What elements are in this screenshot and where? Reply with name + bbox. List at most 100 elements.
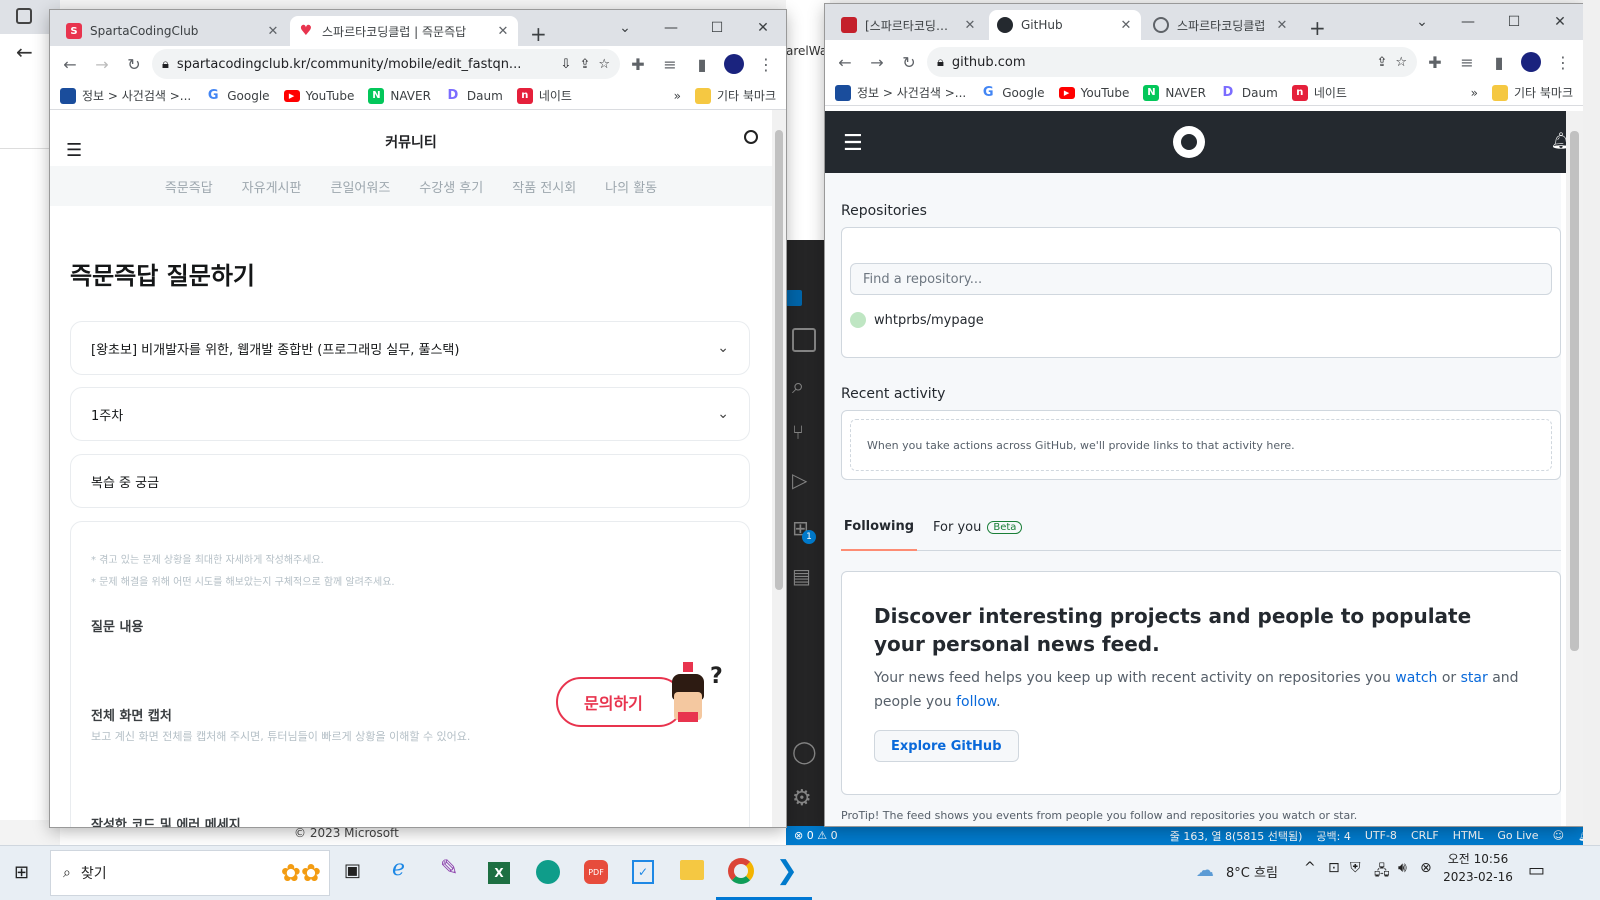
menu-kebab-icon[interactable]: ⋮ (1549, 48, 1577, 76)
mascot-icon[interactable]: ? (664, 662, 734, 732)
title-input[interactable]: 복습 중 궁금 (70, 454, 750, 508)
course-select[interactable]: [왕초보] 비개발자를 위한, 웹개발 종합반 (프로그래밍 실무, 풀스택) … (70, 321, 750, 375)
bookmark-naver[interactable]: N NAVER (368, 87, 431, 104)
weather-cloud-icon[interactable]: ☁ (1196, 860, 1214, 881)
weather-text[interactable]: 8°C 흐림 (1226, 862, 1278, 881)
tab-following[interactable]: Following (841, 503, 917, 551)
cursor-position[interactable]: 줄 163, 열 8(5815 선택됨) (1170, 828, 1303, 844)
minimize-button[interactable]: — (648, 20, 694, 36)
start-windows-icon[interactable]: ⊞ (14, 862, 29, 883)
bookmarks-overflow-icon[interactable]: » (674, 89, 681, 103)
scrollbar-thumb[interactable] (1570, 131, 1579, 651)
tray-app-icon[interactable]: ⊡ (1328, 860, 1340, 876)
bookmark-google[interactable]: G Google (980, 85, 1045, 101)
address-bar[interactable]: 🔒︎ github.com ⇪ ☆ (927, 47, 1417, 77)
tab-list-icon[interactable] (16, 8, 32, 24)
close-tab-icon[interactable]: ✕ (496, 24, 510, 39)
tray-security-icon[interactable]: ⛨ (1350, 860, 1361, 876)
repo-link[interactable]: whtprbs/mypage (850, 312, 984, 328)
taskbar-search-box[interactable]: ⌕ 찾기 ✿✿ (50, 850, 330, 896)
edge-icon[interactable] (536, 860, 560, 884)
tab-sparta-club[interactable]: S SpartaCodingClub ✕ (58, 16, 288, 46)
bookmark-daum[interactable]: D Daum (1220, 85, 1278, 101)
bookmark-nate[interactable]: n 네이트 (516, 87, 572, 104)
close-tab-icon[interactable]: ✕ (1275, 18, 1289, 33)
close-tab-icon[interactable]: ✕ (963, 18, 977, 33)
go-live-button[interactable]: Go Live (1497, 829, 1538, 842)
manage-gear-icon[interactable]: ⚙ (792, 786, 812, 811)
tab-search-icon[interactable]: ⌄ (602, 20, 648, 36)
file-explorer-icon[interactable] (680, 860, 704, 880)
maximize-button[interactable]: ☐ (694, 20, 740, 36)
new-tab-button[interactable]: + (530, 22, 547, 46)
extensions-puzzle-icon[interactable]: ✚ (1421, 48, 1449, 76)
nav-fastqna[interactable]: 즉문즉답 (165, 177, 213, 196)
indentation-indicator[interactable]: 공백: 4 (1316, 828, 1350, 844)
network-icon[interactable]: 🖧︎ (1374, 860, 1390, 884)
bookmark-youtube[interactable]: ▶ YouTube (283, 89, 354, 103)
bookmark-google[interactable]: G Google (205, 88, 270, 104)
excel-icon[interactable]: X (488, 862, 510, 884)
tab-github[interactable]: GitHub ✕ (989, 10, 1141, 40)
bookmark-star-icon[interactable]: ☆ (1395, 55, 1407, 70)
other-bookmarks-folder[interactable]: 기타 북마크 (694, 87, 776, 104)
back-icon[interactable]: ← (831, 48, 859, 76)
paint-icon[interactable]: ✎ (440, 856, 458, 881)
tab-sparta-1[interactable]: [스파르타코딩클럽 ✕ (833, 10, 985, 40)
close-window-button[interactable]: ✕ (740, 20, 786, 36)
bookmark-naver[interactable]: N NAVER (1143, 84, 1206, 101)
problems-indicator[interactable]: ⊗ 0 ⚠ 0 (794, 829, 838, 842)
bookmarks-overflow-icon[interactable]: » (1471, 86, 1478, 100)
share-icon[interactable]: ⇪ (1376, 55, 1387, 70)
new-tab-button[interactable]: + (1309, 16, 1326, 40)
ime-icon[interactable]: ⊗ (1420, 860, 1432, 876)
bookmark-court[interactable]: 정보 > 사건검색 >... (835, 84, 966, 101)
encoding-indicator[interactable]: UTF-8 (1365, 829, 1397, 842)
page-scrollbar[interactable] (772, 110, 786, 827)
reading-list-icon[interactable]: ≡ (1453, 48, 1481, 76)
page-scrollbar[interactable] (1566, 111, 1583, 826)
account-icon[interactable]: ◯ (792, 740, 817, 765)
pdf-app-icon[interactable]: PDF (584, 860, 608, 884)
menu-kebab-icon[interactable]: ⋮ (752, 50, 780, 78)
nav-gallery[interactable]: 작품 전시회 (512, 177, 576, 196)
reload-icon[interactable]: ↻ (895, 48, 923, 76)
task-view-icon[interactable]: ▣ (344, 860, 361, 881)
close-window-button[interactable]: ✕ (1537, 14, 1583, 30)
star-link[interactable]: star (1461, 670, 1488, 686)
tab-sparta-2[interactable]: 스파르타코딩클럽 ✕ (1145, 10, 1297, 40)
tab-for-you[interactable]: For you Beta (933, 503, 1023, 551)
hamburger-menu-icon[interactable]: ☰ (843, 131, 863, 156)
bookmark-court[interactable]: 정보 > 사건검색 >... (60, 87, 191, 104)
minimize-button[interactable]: — (1445, 14, 1491, 30)
extensions-puzzle-icon[interactable]: ✚ (624, 50, 652, 78)
bookmark-youtube[interactable]: ▶ YouTube (1058, 86, 1129, 100)
notebook-icon[interactable]: ▤ (792, 564, 811, 588)
bookmark-star-icon[interactable]: ☆ (598, 57, 610, 72)
chrome-icon[interactable] (728, 858, 754, 884)
reading-list-icon[interactable]: ≡ (656, 50, 684, 78)
install-icon[interactable]: ⇩ (561, 57, 572, 72)
tab-fastqna[interactable]: ♥ 스파르타코딩클럽 | 즉문즉답 ✕ (290, 16, 518, 46)
profile-avatar[interactable] (1517, 48, 1545, 76)
search-icon[interactable]: ⌕ (792, 374, 804, 399)
eol-indicator[interactable]: CRLF (1411, 829, 1439, 842)
source-control-icon[interactable]: ⑂ (792, 420, 804, 444)
close-tab-icon[interactable]: ✕ (266, 24, 280, 39)
clock[interactable]: 오전 10:56 2023-02-16 (1440, 850, 1516, 886)
follow-link[interactable]: follow (956, 694, 996, 710)
user-profile-icon[interactable] (744, 130, 758, 144)
maximize-button[interactable]: ☐ (1491, 14, 1537, 30)
find-repository-input[interactable]: Find a repository... (850, 263, 1552, 295)
profile-avatar[interactable] (720, 50, 748, 78)
other-bookmarks-folder[interactable]: 기타 북마크 (1491, 84, 1573, 101)
nav-awards[interactable]: 큰일어워즈 (330, 177, 390, 196)
close-tab-icon[interactable]: ✕ (1119, 18, 1133, 33)
explore-github-button[interactable]: Explore GitHub (874, 730, 1019, 762)
scrollbar-thumb[interactable] (775, 130, 783, 590)
notes-app-icon[interactable]: ✓ (632, 860, 654, 884)
forward-icon[interactable]: → (88, 50, 116, 78)
side-panel-icon[interactable]: ▮ (688, 50, 716, 78)
share-icon[interactable]: ⇪ (579, 57, 590, 72)
feedback-icon[interactable]: ☺ (1553, 829, 1564, 842)
